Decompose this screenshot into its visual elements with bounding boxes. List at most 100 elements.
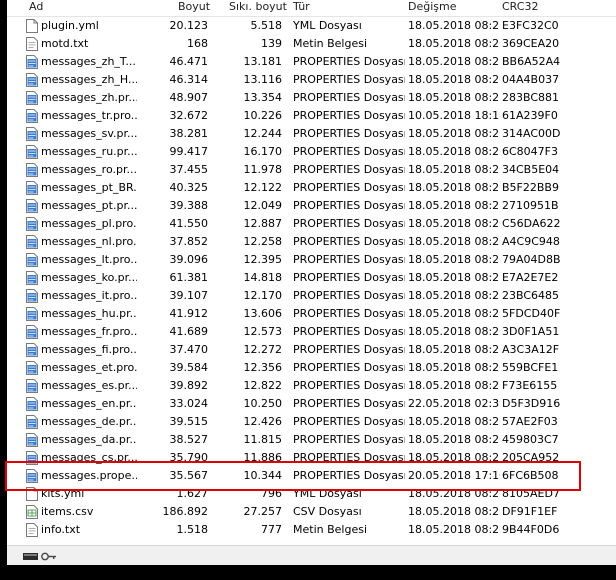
file-modified: 18.05.2018 08:26 (408, 415, 500, 428)
file-row[interactable]: messages_zh_T... 46.471 13.181 PROPERTIES D… (7, 53, 616, 71)
properties-file-icon (26, 271, 38, 285)
file-modified: 18.05.2018 08:26 (408, 451, 500, 464)
file-type: PROPERTIES Dosyası (293, 451, 405, 464)
file-row[interactable]: plugin.yml 20.123 5.518 YML Dosyası 18.05.20… (7, 17, 616, 35)
file-type: PROPERTIES Dosyası (293, 253, 405, 266)
file-modified: 18.05.2018 08:26 (408, 307, 500, 320)
file-row[interactable]: messages_da.pr... 38.527 11.815 PROPERTIES … (7, 431, 616, 449)
file-name: items.csv (41, 505, 94, 518)
file-crc32: F73E6155 (502, 379, 558, 392)
properties-file-icon (26, 289, 38, 303)
file-row[interactable]: items.csv 186.892 27.257 CSV Dosyası 18.05.2… (7, 503, 616, 521)
file-row[interactable]: info.txt 1.518 777 Metin Belgesi 18.05.2018 … (7, 521, 616, 539)
file-packed-size: 12.395 (243, 253, 283, 266)
file-size: 46.314 (169, 73, 209, 86)
file-row[interactable]: messages_en.pr... 33.024 10.250 PROPERTIES … (7, 395, 616, 413)
properties-file-icon (26, 433, 38, 447)
file-packed-size: 12.272 (243, 343, 283, 356)
file-packed-size: 13.354 (243, 91, 283, 104)
file-name: messages_ro.pr... (41, 163, 137, 176)
file-crc32: 369CEA20 (502, 37, 560, 50)
file-crc32: 79A04D8B (502, 253, 561, 266)
file-row[interactable]: messages_pl.pro... 41.550 12.887 PROPERTIES… (7, 215, 616, 233)
file-type: PROPERTIES Dosyası (293, 73, 405, 86)
file-modified: 22.05.2018 02:39 (408, 397, 500, 410)
column-header-modified[interactable]: Değişme (408, 0, 457, 16)
file-size: 1.627 (176, 487, 209, 500)
file-size: 38.527 (169, 433, 209, 446)
file-modified: 18.05.2018 08:26 (408, 253, 500, 266)
properties-file-icon (26, 469, 38, 483)
column-header-size[interactable]: Boyut (178, 0, 210, 16)
file-row[interactable]: messages_fi.pro... 37.470 12.272 PROPERTIES… (7, 341, 616, 359)
file-name: info.txt (41, 523, 81, 536)
window-bottom-edge (0, 565, 616, 580)
file-size: 99.417 (169, 145, 209, 158)
file-crc32: 205CA952 (502, 451, 560, 464)
file-size: 46.471 (169, 55, 209, 68)
file-row[interactable]: messages_sv.pr... 38.281 12.244 PROPERTIES … (7, 125, 616, 143)
file-size: 39.515 (169, 415, 209, 428)
file-packed-size: 11.815 (243, 433, 283, 446)
file-packed-size: 12.426 (243, 415, 283, 428)
file-type: PROPERTIES Dosyası (293, 361, 405, 374)
file-row[interactable]: messages_tr.pro... 32.672 10.226 PROPERTIES… (7, 107, 616, 125)
file-name: messages_ko.pr... (41, 271, 137, 284)
file-size: 1.518 (176, 523, 209, 536)
properties-file-icon (26, 343, 38, 357)
file-modified: 18.05.2018 08:26 (408, 199, 500, 212)
column-header-type[interactable]: Tür (293, 0, 310, 16)
file-type: PROPERTIES Dosyası (293, 109, 405, 122)
file-size: 39.584 (169, 361, 209, 374)
file-row[interactable]: messages_pt_BR... 40.325 12.122 PROPERTIES … (7, 179, 616, 197)
file-row[interactable]: messages_pt.pr... 39.388 12.049 PROPERTIES … (7, 197, 616, 215)
file-packed-size: 13.606 (243, 307, 283, 320)
file-type: Metin Belgesi (293, 523, 368, 536)
file-crc32: 459803C7 (502, 433, 559, 446)
file-crc32: 3D0F1A51 (502, 325, 560, 338)
file-row[interactable]: kits.yml 1.627 796 YML Dosyası 18.05.2018 08… (7, 485, 616, 503)
file-row[interactable]: messages_lt.pro... 39.096 12.395 PROPERTIES… (7, 251, 616, 269)
yml-file-icon (26, 487, 38, 501)
file-row[interactable]: messages_es.pr... 39.892 12.822 PROPERTIES … (7, 377, 616, 395)
file-crc32: A3C3A12F (502, 343, 560, 356)
file-row[interactable]: messages_it.pro... 39.107 12.170 PROPERTIES… (7, 287, 616, 305)
file-packed-size: 777 (261, 523, 282, 536)
file-modified: 18.05.2018 08:26 (408, 55, 500, 68)
file-type: PROPERTIES Dosyası (293, 271, 405, 284)
file-row[interactable]: messages_et.pro... 39.584 12.356 PROPERTIES… (7, 359, 616, 377)
file-name: messages_it.pro... (41, 289, 137, 302)
file-row[interactable]: messages_zh.pr... 48.907 13.354 PROPERTIES … (7, 89, 616, 107)
file-size: 20.123 (169, 19, 209, 32)
file-row[interactable]: messages.prope... 35.567 10.344 PROPERTIES … (7, 467, 616, 485)
file-row[interactable]: messages_ko.pr... 61.381 14.818 PROPERTIES … (7, 269, 616, 287)
file-packed-size: 139 (261, 37, 282, 50)
file-type: PROPERTIES Dosyası (293, 181, 405, 194)
properties-file-icon (26, 361, 38, 375)
file-row[interactable]: messages_fr.pro... 41.689 12.573 PROPERTIES… (7, 323, 616, 341)
properties-file-icon (26, 253, 38, 267)
file-modified: 18.05.2018 08:26 (408, 181, 500, 194)
file-row[interactable]: messages_ru.pr... 99.417 16.170 PROPERTIES … (7, 143, 616, 161)
properties-file-icon (26, 55, 38, 69)
column-header-crc32[interactable]: CRC32 (502, 0, 538, 16)
file-row[interactable]: messages_ro.pr... 37.455 11.978 PROPERTIES … (7, 161, 616, 179)
file-size: 168 (187, 37, 208, 50)
file-row[interactable]: motd.txt 168 139 Metin Belgesi 18.05.2018 08… (7, 35, 616, 53)
column-header-name[interactable]: Ad (29, 0, 43, 16)
column-header-packed-size[interactable]: Sıkı. boyut (229, 0, 287, 16)
file-row[interactable]: messages_nl.pro... 37.852 12.258 PROPERTIES… (7, 233, 616, 251)
file-row[interactable]: messages_zh_H... 46.314 13.116 PROPERTIES D… (7, 71, 616, 89)
file-modified: 18.05.2018 08:26 (408, 379, 500, 392)
file-modified: 10.05.2018 18:18 (408, 109, 500, 122)
properties-file-icon (26, 415, 38, 429)
file-modified: 18.05.2018 08:26 (408, 73, 500, 86)
file-row[interactable]: messages_de.pr... 39.515 12.426 PROPERTIES … (7, 413, 616, 431)
file-size: 37.470 (169, 343, 209, 356)
text-file-icon (26, 37, 38, 51)
file-packed-size: 10.226 (243, 109, 283, 122)
file-row[interactable]: messages_hu.pr... 41.912 13.606 PROPERTIES … (7, 305, 616, 323)
file-crc32: BB6A52A4 (502, 55, 561, 68)
file-row[interactable]: messages_cs.pr... 35.790 11.886 PROPERTIES … (7, 449, 616, 467)
file-list: plugin.yml 20.123 5.518 YML Dosyası 18.05.20… (7, 17, 616, 539)
